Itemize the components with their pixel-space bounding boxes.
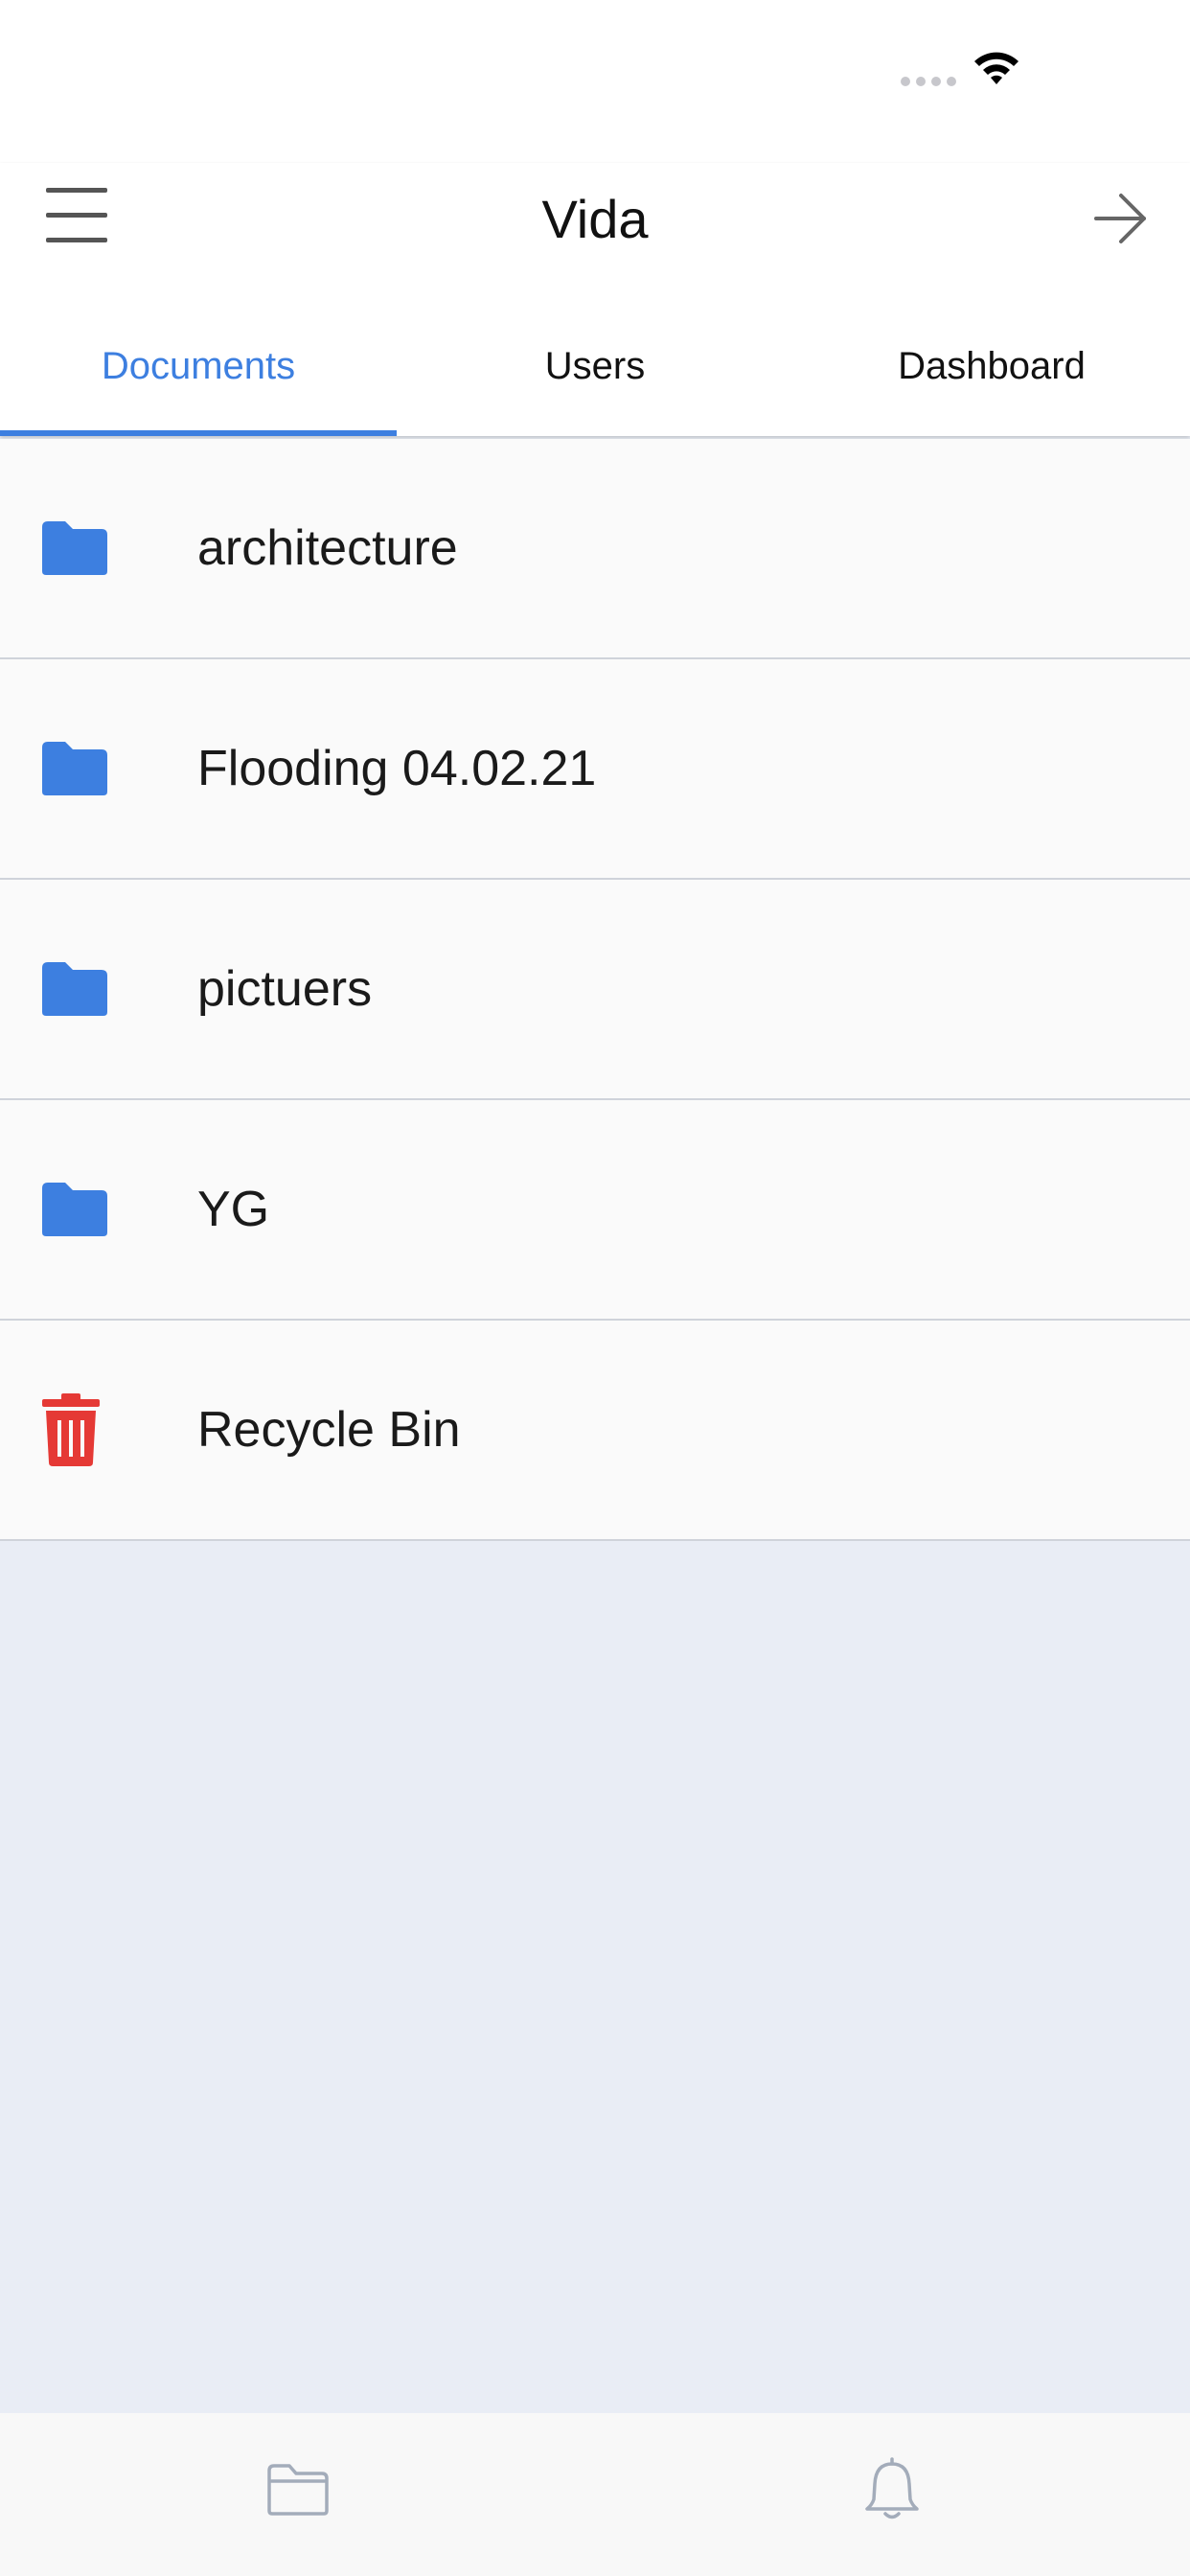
app-header: Vida Documents Users Dashboard [0,163,1190,436]
list-item-label: Flooding 04.02.21 [197,741,597,796]
list-item-flooding[interactable]: Flooding 04.02.21 [0,659,1190,880]
wifi-icon [974,52,1018,84]
folder-icon [42,1183,107,1236]
list-item-label: YG [197,1182,270,1237]
trash-icon [42,1393,100,1466]
folder-icon [42,962,107,1016]
bottom-navigation [0,2413,1190,2576]
tab-users[interactable]: Users [397,316,793,436]
folder-icon [42,521,107,575]
logout-arrow-icon[interactable] [1092,192,1150,245]
tab-documents[interactable]: Documents [0,316,397,436]
list-item-architecture[interactable]: architecture [0,439,1190,659]
folder-icon [42,742,107,795]
list-item-yg[interactable]: YG [0,1100,1190,1321]
page-title: Vida [541,189,649,249]
tab-dashboard[interactable]: Dashboard [793,316,1190,436]
status-bar [0,0,1190,163]
list-item-label: pictuers [197,961,373,1017]
list-item-recycle-bin[interactable]: Recycle Bin [0,1321,1190,1541]
list-item-label: Recycle Bin [197,1402,461,1458]
list-item-pictuers[interactable]: pictuers [0,880,1190,1100]
folder-outline-icon[interactable] [266,2463,330,2517]
list-item-label: architecture [197,520,458,576]
cellular-signal-icon [901,77,956,86]
document-list: architecture Flooding 04.02.21 pictuers … [0,439,1190,1541]
bell-icon[interactable] [862,2455,922,2522]
tab-bar: Documents Users Dashboard [0,316,1190,436]
